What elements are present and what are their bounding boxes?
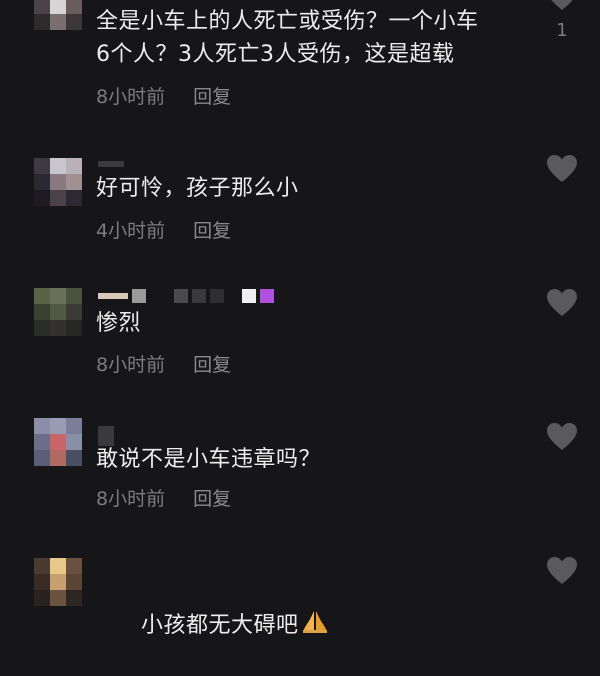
comment-text: 好可怜，孩子那么小 (96, 176, 299, 201)
comment-text-line: 6个人？3人死亡3人受伤，这是超载 (96, 42, 455, 67)
folded-hands-icon (302, 608, 328, 644)
comment-meta: 8小时前 回复 (96, 350, 231, 377)
avatar[interactable] (34, 288, 82, 336)
comment-meta: 4小时前 回复 (96, 216, 231, 243)
heart-icon[interactable] (546, 288, 578, 318)
avatar[interactable] (34, 558, 82, 606)
comment-text-body: 小孩都无大碍吧 (140, 613, 299, 638)
heart-icon[interactable] (546, 0, 578, 12)
timestamp: 4小时前 (96, 220, 166, 242)
timestamp: 8小时前 (96, 86, 166, 108)
reply-button[interactable]: 回复 (193, 484, 231, 511)
comment-feed: 全是小车上的人死亡或受伤？一个小车 6个人？3人死亡3人受伤，这是超载 8小时前… (0, 0, 600, 638)
reply-button[interactable]: 回复 (193, 82, 231, 109)
heart-icon[interactable] (546, 154, 578, 184)
avatar[interactable] (34, 158, 82, 206)
avatar[interactable] (34, 0, 82, 30)
username-blur (98, 426, 114, 446)
comment-meta: 8小时前 回复 (96, 82, 231, 109)
like-count: 1 (556, 20, 568, 41)
reply-button[interactable]: 回复 (193, 216, 231, 243)
comment-text: 小孩都无大碍吧 (96, 576, 328, 676)
heart-icon[interactable] (546, 422, 578, 452)
comment-meta: 8小时前 回复 (96, 484, 231, 511)
username-blur (98, 286, 274, 306)
reply-button[interactable]: 回复 (193, 350, 231, 377)
avatar[interactable] (34, 418, 82, 466)
timestamp: 8小时前 (96, 354, 166, 376)
heart-icon[interactable] (546, 556, 578, 586)
comment-text: 敢说不是小车违章吗？ (96, 447, 322, 472)
comment-text-line: 全是小车上的人死亡或受伤？一个小车 (96, 9, 479, 34)
timestamp: 8小时前 (96, 488, 166, 510)
comment-text: 惨烈 (96, 311, 142, 336)
username-blur (98, 154, 124, 174)
